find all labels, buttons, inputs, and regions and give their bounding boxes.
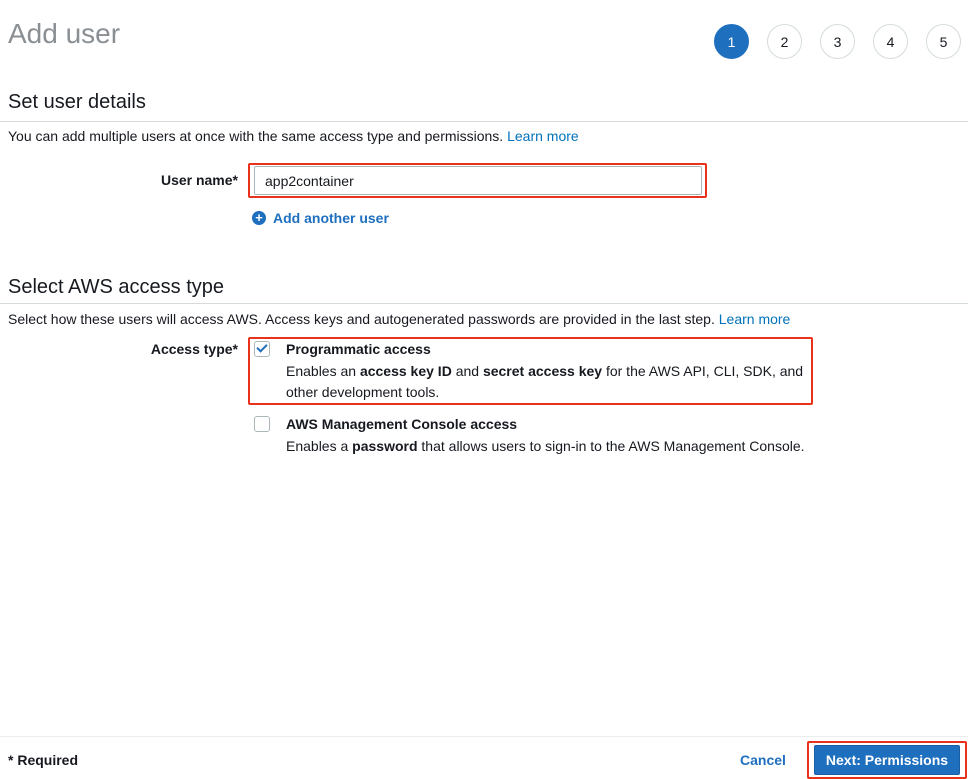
programmatic-access-title: Programmatic access [286,341,431,357]
page-title: Add user [8,18,121,49]
footer-divider [0,736,968,737]
desc-text: Enables a [286,438,353,454]
section-divider [0,303,968,304]
access-type-description: Select how these users will access AWS. … [8,311,790,327]
plus-circle-icon: + [252,211,266,225]
desc-bold-secret-access-key: secret access key [482,363,603,379]
section-title-access-type: Select AWS access type [8,276,225,298]
add-another-user-label: Add another user [273,210,389,226]
programmatic-access-description: Enables an access key ID and secret acce… [286,361,816,403]
user-details-description-text: You can add multiple users at once with … [8,128,504,144]
cancel-button[interactable]: Cancel [740,752,786,768]
required-note: * Required [8,752,79,768]
learn-more-link-access-type[interactable]: Learn more [719,311,791,327]
desc-text: Enables an [286,363,360,379]
step-4[interactable]: 4 [873,24,908,59]
step-5[interactable]: 5 [926,24,961,59]
desc-bold-access-key-id: access key ID [359,363,452,379]
programmatic-access-checkbox[interactable] [254,341,270,357]
step-1[interactable]: 1 [714,24,749,59]
next-permissions-button[interactable]: Next: Permissions [814,745,960,775]
console-access-description: Enables a password that allows users to … [286,436,846,457]
checkmark-icon [256,341,268,353]
add-user-page: Add user 1 2 3 4 5 Set user details You … [0,0,972,779]
section-title-user-details: Set user details [8,91,146,113]
console-access-checkbox[interactable] [254,416,270,432]
access-type-label: Access type* [150,341,238,357]
desc-bold-password: password [352,438,418,454]
add-another-user-button[interactable]: + Add another user [252,210,389,226]
console-access-title: AWS Management Console access [286,416,518,432]
step-3[interactable]: 3 [820,24,855,59]
learn-more-link-user-details[interactable]: Learn more [507,128,579,144]
wizard-steps: 1 2 3 4 5 [714,24,961,59]
desc-text: and [451,363,483,379]
access-type-description-text: Select how these users will access AWS. … [8,311,715,327]
desc-text: that allows users to sign-in to the AWS … [417,438,805,454]
step-2[interactable]: 2 [767,24,802,59]
user-name-input[interactable] [254,166,702,195]
user-name-label: User name* [160,172,238,188]
section-divider [0,121,968,122]
user-details-description: You can add multiple users at once with … [8,128,579,144]
